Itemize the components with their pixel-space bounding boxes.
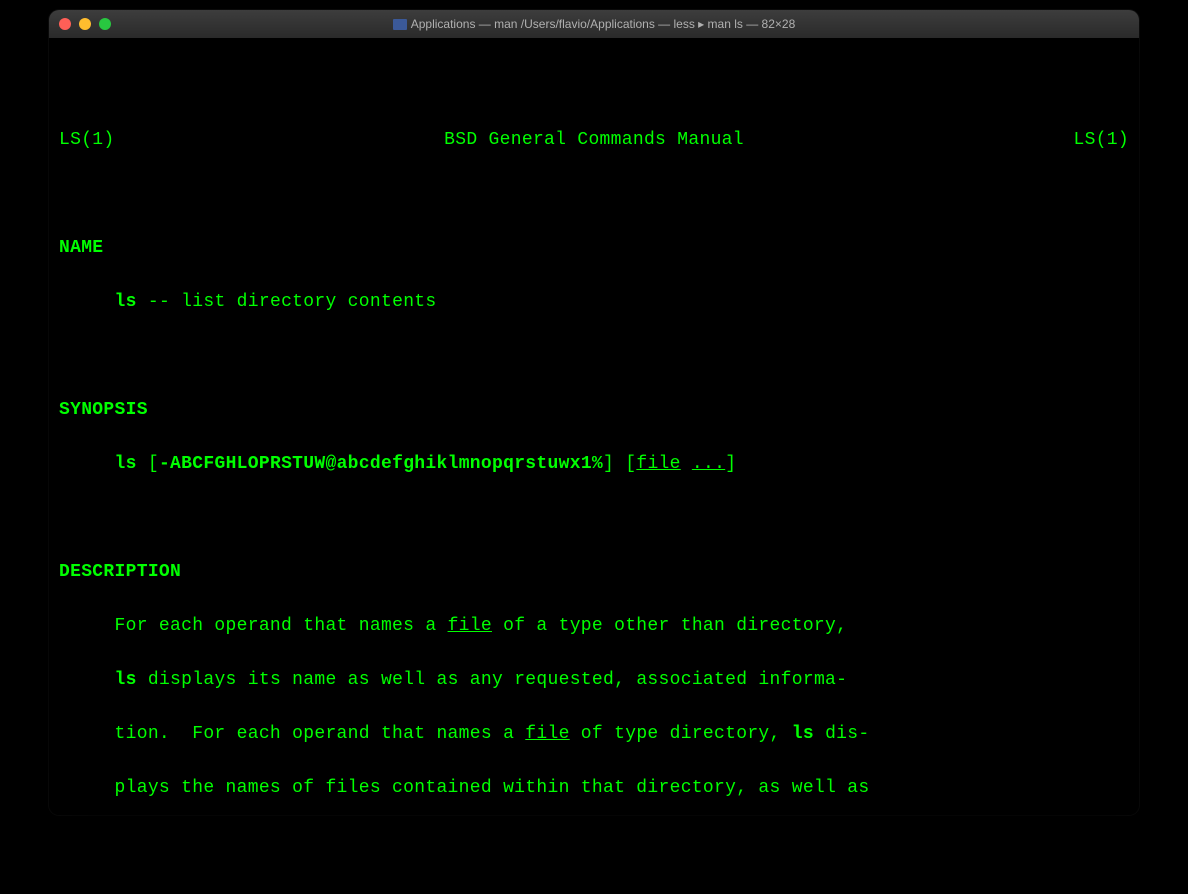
window-title: Applications — man /Users/flavio/Applica… [393,17,796,31]
section-heading: SYNOPSIS [59,400,148,420]
text: ] [725,454,736,474]
text: tion. For each operand that names a [59,724,525,744]
folder-icon [393,19,407,30]
text: -- [137,292,181,312]
desc-line: For each operand that names a file of a … [59,613,1129,640]
syn-flags: -ABCFGHLOPRSTUW@abcdefghiklmnopqrstuwx1% [159,454,603,474]
section-name-heading: NAME [59,235,1129,262]
manpage-header: LS(1) BSD General Commands Manual LS(1) [59,127,1129,154]
manpage-line [59,181,1129,208]
maximize-button[interactable] [99,18,111,30]
title-text-label: Applications — man /Users/flavio/Applica… [411,17,796,31]
close-button[interactable] [59,18,71,30]
command-description: list directory contents [181,292,436,312]
header-center: BSD General Commands Manual [444,127,744,154]
terminal-window: Applications — man /Users/flavio/Applica… [49,10,1139,815]
text [681,454,692,474]
cmd-ref: ls [792,724,814,744]
text: plays the names of files contained withi… [59,778,869,798]
syn-cmd: ls [115,454,137,474]
file-ref: file [525,724,569,744]
text [59,670,115,690]
text: of a type other than directory, [492,616,847,636]
section-description-heading: DESCRIPTION [59,559,1129,586]
section-heading: NAME [59,238,103,258]
syn-dots: ... [692,454,725,474]
minimize-button[interactable] [79,18,91,30]
terminal-content[interactable]: LS(1) BSD General Commands Manual LS(1) NA… [49,38,1139,815]
traffic-lights [59,18,111,30]
text: of type directory, [570,724,792,744]
header-right: LS(1) [1073,127,1129,154]
desc-line: ls displays its name as well as any requ… [59,667,1129,694]
desc-line: tion. For each operand that names a file… [59,721,1129,748]
synopsis-line: ls [-ABCFGHLOPRSTUW@abcdefghiklmnopqrstu… [59,451,1129,478]
command-name: ls [115,292,137,312]
text: dis- [814,724,870,744]
text: displays its name as well as any request… [137,670,848,690]
syn-file: file [636,454,680,474]
header-left: LS(1) [59,127,115,154]
text: For each operand that names a [59,616,448,636]
name-line: ls -- list directory contents [59,289,1129,316]
manpage-line [59,73,1129,100]
section-synopsis-heading: SYNOPSIS [59,397,1129,424]
manpage-line [59,343,1129,370]
file-ref: file [448,616,492,636]
text: ] [ [603,454,636,474]
text: [ [137,454,159,474]
section-heading: DESCRIPTION [59,562,181,582]
titlebar: Applications — man /Users/flavio/Applica… [49,10,1139,38]
cmd-ref: ls [115,670,137,690]
manpage-line [59,505,1129,532]
desc-line: plays the names of files contained withi… [59,775,1129,802]
